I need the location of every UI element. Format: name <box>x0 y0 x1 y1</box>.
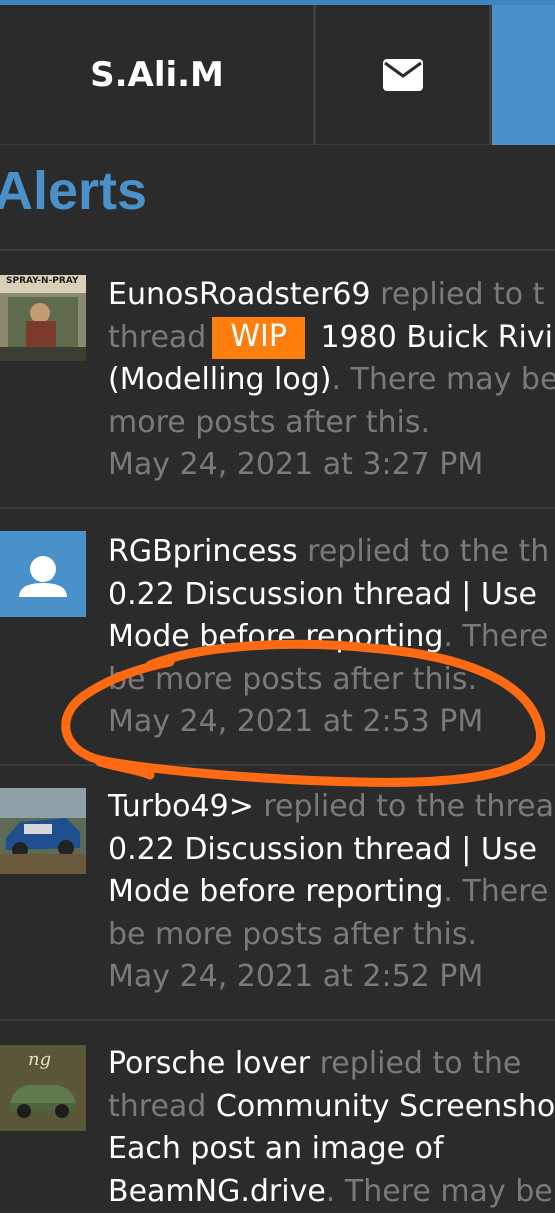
thread-link[interactable]: 0.22 Discussion thread | Use <box>108 829 555 872</box>
account-tabbar: S.Ali.M <box>0 5 555 145</box>
alert-note: be more posts after this. <box>108 661 478 697</box>
alert-action: replied to the <box>310 1046 522 1081</box>
alert-note: . There <box>443 874 549 909</box>
divider <box>0 764 555 766</box>
alert-action: replied to the th <box>297 534 550 569</box>
alert-timestamp: May 24, 2021 at 3:27 PM <box>108 447 484 482</box>
thread-link[interactable]: (Modelling log) <box>108 362 331 397</box>
thread-link[interactable]: Community Screensho <box>206 1089 555 1124</box>
alert-text: EunosRoadster69 replied to t thread WIP 1… <box>108 274 555 487</box>
avatar[interactable]: ng <box>0 1045 86 1131</box>
alert-username[interactable]: Turbo49> <box>108 789 254 824</box>
alert-text: Porsche lover replied to the thread Comm… <box>108 1043 555 1213</box>
envelope-icon <box>383 59 423 91</box>
alert-action: thread <box>108 1088 207 1124</box>
alert-note: more posts after this. <box>108 404 430 440</box>
tab-user-account[interactable]: S.Ali.M <box>0 5 314 145</box>
alert-text: Turbo49> replied to the threa 0.22 Discu… <box>108 786 555 999</box>
tab-alerts[interactable] <box>492 5 555 145</box>
alert-note: . There may be <box>331 362 555 397</box>
alert-timestamp: May 24, 2021 at 2:52 PM <box>108 959 484 994</box>
default-avatar-icon <box>0 531 86 617</box>
username-label: S.Ali.M <box>90 55 224 95</box>
alert-text: RGBprincess replied to the th 0.22 Discu… <box>108 531 555 744</box>
thread-link[interactable]: BeamNG.drive <box>108 1174 326 1209</box>
thread-link[interactable]: Mode before reporting <box>108 619 443 654</box>
avatar-image <box>0 788 86 874</box>
alert-note: . There may be <box>325 1173 553 1209</box>
alert-note: . There <box>443 619 549 654</box>
avatar[interactable] <box>0 531 86 617</box>
alert-action: replied to the threa <box>253 789 554 824</box>
divider <box>0 249 555 251</box>
page-title: Alerts <box>0 161 148 221</box>
alert-username[interactable]: RGBprincess <box>108 534 298 569</box>
alert-action: thread <box>108 319 207 355</box>
thread-link[interactable]: 0.22 Discussion thread | Use <box>108 574 555 617</box>
alert-timestamp: May 24, 2021 at 2:53 PM <box>108 704 484 739</box>
avatar-caption: ng <box>28 1049 52 1070</box>
avatar[interactable]: SPRAY-N-PRAY <box>0 275 86 361</box>
avatar[interactable] <box>0 788 86 874</box>
tab-inbox[interactable] <box>316 5 490 145</box>
thread-link[interactable]: Mode before reporting <box>108 874 443 909</box>
avatar-image <box>0 275 86 361</box>
divider <box>0 1019 555 1021</box>
alert-action: replied to t <box>370 277 545 312</box>
alert-username[interactable]: EunosRoadster69 <box>108 277 371 312</box>
avatar-caption: SPRAY-N-PRAY <box>6 276 79 286</box>
divider <box>0 507 555 509</box>
thread-link[interactable]: Each post an image of <box>108 1128 555 1171</box>
prefix-badge: WIP <box>212 316 305 359</box>
alert-note: be more posts after this. <box>108 916 478 952</box>
alert-username[interactable]: Porsche lover <box>108 1046 310 1081</box>
thread-link[interactable]: 1980 Buick Rivi <box>311 320 553 355</box>
